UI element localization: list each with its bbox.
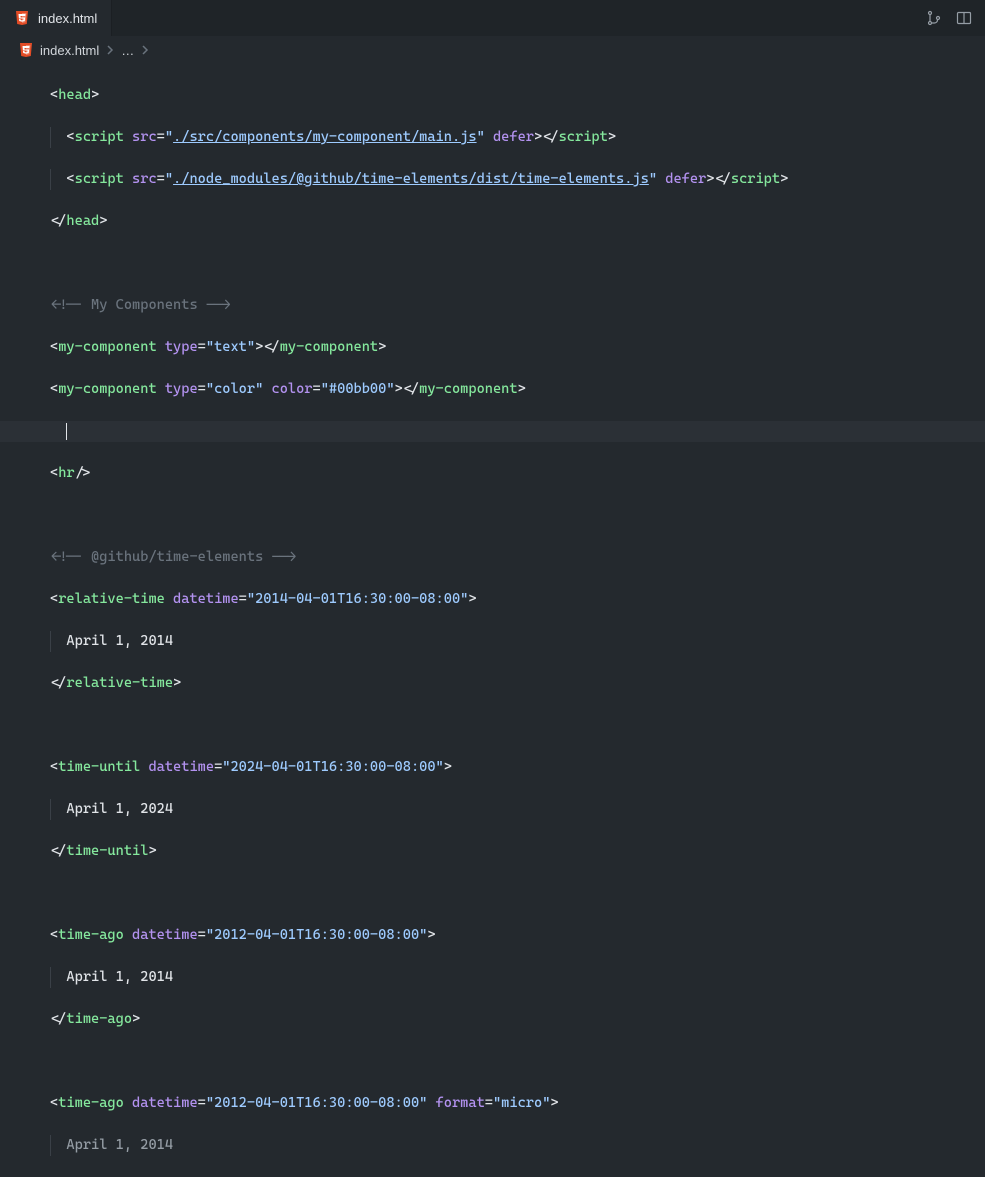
html5-icon [14,10,30,26]
code-line-active[interactable] [0,421,985,442]
tabs-container: index.html [0,0,112,36]
code-line[interactable]: <script src="./node_modules/@github/time… [50,169,985,190]
tab-bar: index.html [0,0,985,36]
split-editor-icon[interactable] [955,9,973,27]
chevron-right-icon [140,43,150,58]
code-line[interactable]: <head> [50,85,985,106]
code-line[interactable]: April 1, 2014 [50,631,985,652]
code-line[interactable]: </relative-time> [50,673,985,694]
code-line[interactable]: <time-until datetime="2024-04-01T16:30:0… [50,757,985,778]
code-line[interactable] [50,505,985,526]
chevron-right-icon [105,43,115,58]
code-line[interactable]: April 1, 2014 [50,1135,985,1156]
html5-icon [18,42,34,58]
editor-actions [925,0,985,36]
text-cursor [66,423,67,440]
tab-index-html[interactable]: index.html [0,0,112,36]
breadcrumb-ellipsis: … [121,43,134,58]
breadcrumb[interactable]: index.html … [0,36,985,64]
code-line[interactable]: <hr/> [50,463,985,484]
code-line[interactable]: </head> [50,211,985,232]
code-line[interactable]: <script src="./src/components/my-compone… [50,127,985,148]
code-line[interactable]: <!-- @github/time-elements --> [50,547,985,568]
tab-label: index.html [38,11,97,26]
compare-changes-icon[interactable] [925,9,943,27]
code-line[interactable]: <time-ago datetime="2012-04-01T16:30:00-… [50,1093,985,1114]
code-editor[interactable]: <head> <script src="./src/components/my-… [0,64,985,1177]
code-line[interactable]: April 1, 2024 [50,799,985,820]
code-line[interactable]: </time-until> [50,841,985,862]
code-line[interactable] [50,253,985,274]
code-line[interactable]: </time-ago> [50,1009,985,1030]
code-line[interactable] [50,883,985,904]
code-line[interactable]: <!-- My Components --> [50,295,985,316]
code-line[interactable] [50,1051,985,1072]
breadcrumb-file: index.html [40,43,99,58]
code-line[interactable] [50,715,985,736]
code-line[interactable]: <time-ago datetime="2012-04-01T16:30:00-… [50,925,985,946]
code-line[interactable]: April 1, 2014 [50,967,985,988]
code-line[interactable]: <my-component type="color" color="#00bb0… [50,379,985,400]
code-line[interactable]: <my-component type="text"></my-component… [50,337,985,358]
